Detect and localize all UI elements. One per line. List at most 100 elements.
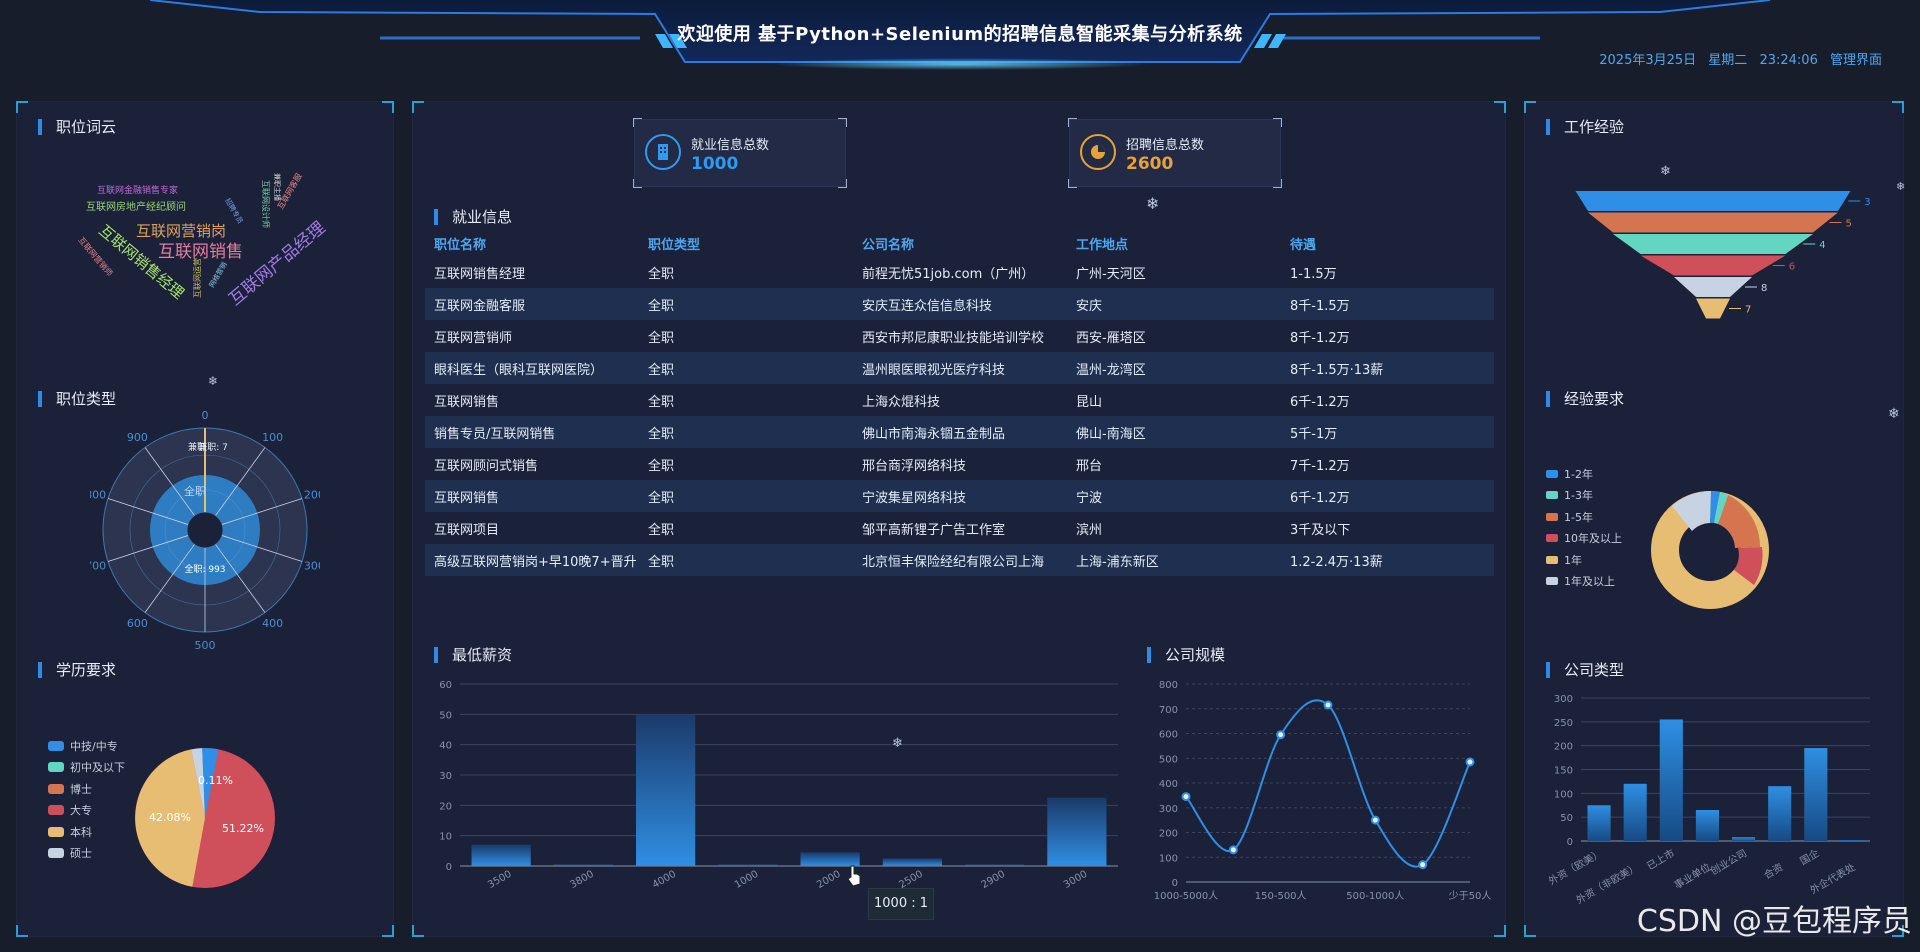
- table-cell: 全职: [648, 330, 675, 346]
- legend-item[interactable]: 10年及以上: [1546, 528, 1622, 550]
- jobs-title: 就业信息: [434, 208, 512, 226]
- table-header-row: 职位名称 职位类型 公司名称 工作地点 待遇: [425, 230, 1494, 256]
- legend-item[interactable]: 博士: [48, 778, 125, 800]
- bar: [1623, 783, 1647, 841]
- y-tick-label: 300: [1554, 694, 1573, 705]
- table-cell: 全职: [648, 458, 675, 474]
- y-tick-label: 200: [1554, 742, 1573, 753]
- data-point: [1418, 860, 1428, 870]
- table-row: 互联网销售 全职 宁波集星网络科技 宁波 6千-1.2万: [425, 480, 1494, 512]
- datetime-bar: 2025年3月25日 星期二 23:24:06 管理界面: [1591, 49, 1882, 68]
- min-salary-bar-chart: 01020304050603500 3800 4000 1000 2000 2500 290…: [439, 680, 1118, 891]
- table-cell: 8千-1.5万·13薪: [1281, 352, 1494, 384]
- legend-item[interactable]: 大专: [48, 800, 125, 822]
- snowflake-icon: ❄: [892, 736, 903, 751]
- x-tick-label: 2900: [980, 869, 1008, 891]
- table-cell: 安庆: [1067, 288, 1281, 320]
- legend-swatch: [1546, 534, 1558, 543]
- data-point: [1228, 845, 1238, 855]
- funnel-segment: [1613, 234, 1813, 254]
- table-cell: 温州-龙湾区: [1067, 352, 1281, 384]
- table-row: 互联网销售经理 全职 前程无忧51job.com（广州） 广州-天河区 1-1.5万: [425, 256, 1494, 288]
- legend-label: 博士: [70, 782, 92, 796]
- legend-item[interactable]: 中技/中专: [48, 735, 125, 757]
- funnel-label: 4: [1819, 240, 1825, 251]
- table-cell: 8千-1.5万: [1281, 288, 1494, 320]
- table-cell: 滨州: [1076, 522, 1103, 538]
- table-cell: 5千-1万: [1281, 416, 1494, 448]
- table-cell: 6千-1.2万: [1281, 480, 1494, 512]
- data-point: [1181, 792, 1191, 802]
- funnel-label: 5: [1846, 219, 1852, 230]
- table-cell: 佛山-南海区: [1067, 416, 1281, 448]
- funnel-segment: [1696, 298, 1730, 319]
- table-cell: 互联网金融客服: [425, 288, 639, 320]
- legend-swatch: [1546, 491, 1558, 500]
- table-row: 互联网营销师 全职 西安市邦尼康职业技能培训学校 西安-雁塔区 8千-1.2万: [425, 320, 1494, 352]
- legend-item[interactable]: 1年及以上: [1546, 571, 1622, 593]
- table-cell: 北京恒丰保险经纪有限公司上海: [853, 544, 1067, 576]
- polar-tick: 900: [127, 431, 148, 444]
- table-cell: 全职: [639, 480, 853, 512]
- x-tick-label: 合资: [1761, 860, 1785, 881]
- education-legend: 中技/中专初中及以下博士大专 本科 硕士: [48, 735, 125, 864]
- x-tick-label: 500-1000人: [1346, 890, 1404, 902]
- legend-item[interactable]: 1-3年: [1546, 485, 1622, 507]
- y-tick-label: 0: [1567, 837, 1573, 848]
- funnel-segment: [1575, 191, 1851, 211]
- x-tick-label: 3500: [486, 869, 514, 891]
- legend-item[interactable]: 初中及以下: [48, 757, 125, 779]
- legend-label: 中技/中专: [70, 739, 118, 753]
- pie-chart-icon: [1080, 134, 1116, 170]
- legend-label: 1-3年: [1564, 489, 1593, 503]
- polar-tick: 0: [202, 409, 209, 422]
- legend-item[interactable]: 本科: [48, 821, 125, 843]
- table-row: 互联网项目 全职 邹平高新锂子广告工作室 滨州 3千及以下: [425, 512, 1494, 544]
- legend-item[interactable]: 1-5年: [1546, 506, 1622, 528]
- y-tick-label: 60: [439, 680, 452, 691]
- polar-tick: 400: [262, 617, 283, 630]
- y-tick-label: 200: [1159, 829, 1178, 840]
- polar-tick: 700: [90, 560, 106, 573]
- table-cell: 邢台商浮网络科技: [862, 458, 967, 474]
- x-tick-label: 2000: [815, 869, 843, 891]
- snowflake-icon: ❄: [1146, 194, 1160, 213]
- bar: [718, 864, 778, 866]
- x-tick-label: 事业单位: [1672, 860, 1713, 891]
- legend-item[interactable]: 硕士: [48, 843, 125, 865]
- y-tick-label: 100: [1554, 789, 1573, 800]
- table-cell: 昆山: [1076, 394, 1103, 410]
- legend-item[interactable]: 1年: [1546, 549, 1622, 571]
- polar-tick: 600: [127, 617, 148, 630]
- y-tick-label: 150: [1554, 766, 1573, 777]
- y-tick-label: 700: [1159, 705, 1178, 716]
- legend-swatch: [1546, 469, 1558, 478]
- legend-swatch: [1546, 512, 1558, 521]
- legend-item[interactable]: 1-2年: [1546, 463, 1622, 485]
- legend-swatch: [48, 783, 64, 794]
- admin-link[interactable]: 管理界面: [1830, 53, 1882, 68]
- mouse-cursor-icon: [847, 865, 861, 887]
- experience-donut-chart: [1651, 490, 1769, 609]
- y-tick-label: 250: [1554, 718, 1573, 729]
- column-header: 公司名称: [862, 237, 915, 253]
- education-title: 学历要求: [38, 661, 116, 679]
- legend-swatch: [48, 740, 64, 751]
- legend-label: 1-2年: [1564, 467, 1593, 481]
- table-cell: 佛山市南海永锢五金制品: [853, 416, 1067, 448]
- table-cell: 全职: [648, 394, 675, 410]
- y-tick-label: 0: [446, 862, 452, 873]
- x-tick-label: 1000-5000人: [1154, 890, 1219, 902]
- work-experience-title: 工作经验: [1546, 118, 1624, 136]
- table-cell: 宁波: [1067, 480, 1281, 512]
- wordcloud-title: 职位词云: [38, 118, 116, 136]
- funnel-segment: [1588, 212, 1838, 233]
- legend-label: 初中及以下: [70, 761, 125, 775]
- table-cell: 1-1.5万: [1290, 266, 1337, 282]
- data-point: [1323, 700, 1333, 710]
- bar: [1768, 786, 1792, 841]
- kpi-label: 招聘信息总数: [1126, 138, 1205, 153]
- word-item: 互联网设计师: [261, 180, 271, 228]
- chart-tooltip: 1000 : 1: [868, 888, 934, 920]
- bar: [1840, 840, 1864, 841]
